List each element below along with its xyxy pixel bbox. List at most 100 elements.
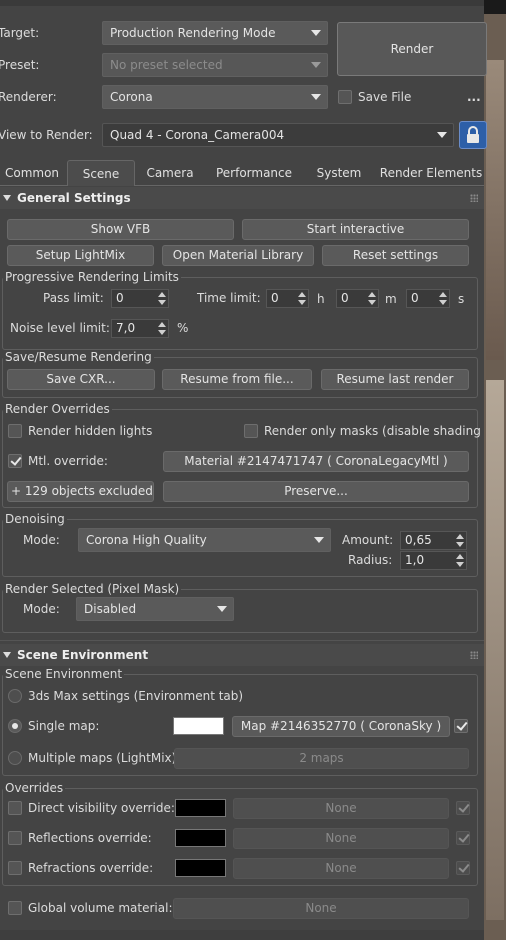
spinner-arrows-icon[interactable] (158, 291, 166, 306)
pixel-mask-mode-dropdown[interactable]: Disabled (76, 597, 234, 621)
minutes-spinner[interactable]: 0 (336, 289, 379, 308)
mtl-override-label: Mtl. override: (28, 454, 108, 468)
direct-visibility-map-checkbox[interactable] (456, 801, 470, 815)
pass-limit-spinner[interactable]: 0 (111, 289, 169, 308)
preset-value: No preset selected (110, 58, 223, 72)
global-volume-checkbox[interactable] (8, 901, 22, 915)
environment-map-button[interactable]: Map #2146352770 ( CoronaSky ) (232, 716, 450, 737)
show-vfb-button[interactable]: Show VFB (7, 219, 234, 240)
single-map-radio[interactable] (8, 719, 22, 733)
render-hidden-lights-checkbox[interactable] (8, 424, 22, 438)
reflections-map-button[interactable]: None (233, 828, 449, 849)
general-settings-title: General Settings (17, 191, 131, 205)
override-material-button[interactable]: Material #2147471747 ( CoronaLegacyMtl ) (163, 451, 469, 472)
renderer-value: Corona (110, 90, 153, 104)
radius-label: Radius: (348, 553, 393, 567)
refractions-override-label: Refractions override: (28, 861, 154, 875)
target-dropdown[interactable]: Production Rendering Mode (102, 21, 328, 45)
spinner-arrows-icon[interactable] (456, 533, 464, 548)
tab-system[interactable]: System (305, 160, 373, 186)
reflections-override-swatch[interactable] (175, 829, 226, 847)
radius-value: 1,0 (405, 553, 425, 567)
preserve-button[interactable]: Preserve... (163, 481, 469, 502)
direct-visibility-label: Direct visibility override: (28, 801, 175, 815)
tab-camera[interactable]: Camera (138, 160, 202, 186)
amount-spinner[interactable]: 0,65 (400, 531, 467, 550)
amount-value: 0,65 (405, 533, 432, 547)
refractions-override-checkbox[interactable] (8, 861, 22, 875)
preset-dropdown[interactable]: No preset selected (102, 53, 328, 77)
spinner-arrows-icon[interactable] (298, 291, 306, 306)
viewport-image-lower (486, 380, 504, 920)
direct-visibility-swatch[interactable] (175, 799, 226, 817)
tab-render-elements[interactable]: Render Elements (376, 160, 486, 186)
start-interactive-button[interactable]: Start interactive (242, 219, 469, 240)
resume-last-render-button[interactable]: Resume last render (321, 369, 469, 390)
lock-view-button[interactable] (459, 121, 487, 149)
denoising-title: Denoising (3, 512, 67, 526)
mtl-override-checkbox[interactable] (8, 454, 22, 468)
tab-common[interactable]: Common (0, 160, 64, 186)
global-volume-material-button[interactable]: None (173, 898, 469, 919)
general-settings-header[interactable]: General Settings (0, 187, 484, 209)
hours-value: 0 (271, 291, 279, 305)
view-label: View to Render: (0, 128, 93, 142)
spinner-arrows-icon[interactable] (158, 321, 166, 336)
reflections-override-label: Reflections override: (28, 831, 152, 845)
render-overrides-title: Render Overrides (3, 402, 112, 416)
resume-from-file-button[interactable]: Resume from file... (162, 369, 312, 390)
tab-scene[interactable]: Scene (67, 160, 135, 186)
seconds-value: 0 (411, 291, 419, 305)
denoise-mode-dropdown[interactable]: Corona High Quality (78, 528, 331, 552)
reflections-override-checkbox[interactable] (8, 831, 22, 845)
open-material-library-button[interactable]: Open Material Library (162, 245, 314, 266)
pass-limit-label: Pass limit: (43, 291, 104, 305)
excluded-objects-button[interactable]: + 129 objects excluded.. (7, 481, 154, 502)
grip-icon (470, 194, 478, 202)
save-cxr-button[interactable]: Save CXR... (7, 369, 155, 390)
multiple-maps-radio[interactable] (8, 751, 22, 765)
chevron-down-icon (217, 606, 227, 612)
progressive-title: Progressive Rendering Limits (3, 270, 181, 284)
progressive-group (2, 277, 478, 350)
render-only-masks-checkbox[interactable] (244, 424, 258, 438)
noise-limit-value: 7,0 (116, 321, 136, 335)
reflections-map-checkbox[interactable] (456, 831, 470, 845)
reset-settings-button[interactable]: Reset settings (322, 245, 469, 266)
environment-map-enabled-checkbox[interactable] (454, 719, 468, 733)
refractions-map-checkbox[interactable] (456, 861, 470, 875)
spinner-arrows-icon[interactable] (456, 553, 464, 568)
title-bar (0, 0, 484, 6)
target-label: Target: (0, 26, 40, 40)
seconds-spinner[interactable]: 0 (406, 289, 450, 308)
single-map-color-swatch[interactable] (173, 717, 224, 735)
more-options-button[interactable]: ... (467, 89, 481, 105)
bottom-edge (0, 930, 484, 940)
chevron-down-icon (311, 30, 321, 36)
tab-performance[interactable]: Performance (205, 160, 303, 186)
max-settings-radio[interactable] (8, 689, 22, 703)
target-value: Production Rendering Mode (110, 26, 276, 40)
renderer-dropdown[interactable]: Corona (102, 85, 328, 109)
scene-environment-rollout-title: Scene Environment (17, 648, 149, 662)
pixel-mask-mode-label: Mode: (23, 602, 60, 616)
refractions-map-button[interactable]: None (233, 858, 449, 879)
radius-spinner[interactable]: 1,0 (400, 551, 467, 570)
hours-unit: h (317, 292, 325, 306)
chevron-down-icon (311, 62, 321, 68)
save-file-checkbox[interactable] (338, 90, 352, 104)
preset-label: Preset: (0, 58, 40, 72)
setup-lightmix-button[interactable]: Setup LightMix (7, 245, 154, 266)
noise-limit-spinner[interactable]: 7,0 (111, 319, 169, 338)
hours-spinner[interactable]: 0 (266, 289, 309, 308)
scene-environment-header[interactable]: Scene Environment (0, 644, 484, 666)
direct-visibility-map-button[interactable]: None (233, 798, 449, 819)
spinner-arrows-icon[interactable] (368, 291, 376, 306)
render-button[interactable]: Render (337, 22, 487, 76)
denoise-mode-value: Corona High Quality (86, 533, 207, 547)
refractions-override-swatch[interactable] (175, 859, 226, 877)
spinner-arrows-icon[interactable] (439, 291, 447, 306)
direct-visibility-checkbox[interactable] (8, 801, 22, 815)
view-dropdown[interactable]: Quad 4 - Corona_Camera004 (102, 123, 454, 147)
multiple-maps-button[interactable]: 2 maps (174, 748, 469, 769)
